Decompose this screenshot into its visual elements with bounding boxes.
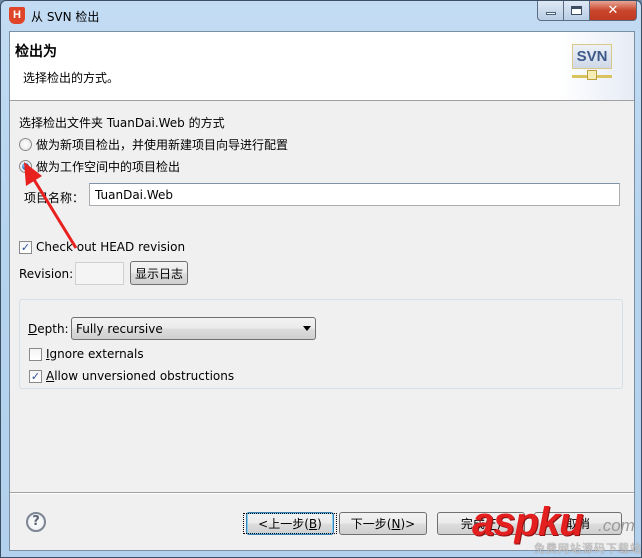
revision-input[interactable] bbox=[75, 262, 124, 285]
app-icon: H bbox=[9, 7, 25, 24]
title-bar[interactable]: H 从 SVN 检出 ✕ bbox=[1, 1, 641, 31]
minimize-button[interactable] bbox=[537, 1, 564, 21]
window-title: 从 SVN 检出 bbox=[31, 10, 100, 24]
option-new-project-label: 做为新项目检出，并使用新建项目向导进行配置 bbox=[36, 138, 289, 152]
maximize-icon bbox=[571, 6, 582, 15]
ignore-externals-label: Ignore externals bbox=[46, 347, 144, 361]
svn-logo-node bbox=[587, 70, 597, 80]
help-icon[interactable]: ? bbox=[26, 512, 46, 532]
minimize-icon bbox=[545, 11, 556, 15]
radio-new-project[interactable] bbox=[19, 138, 32, 151]
project-name-label: 项目名称： bbox=[24, 191, 85, 205]
svn-logo-icon: SVN bbox=[572, 44, 614, 84]
next-button[interactable]: 下一步(N)> bbox=[339, 512, 427, 535]
chevron-down-icon bbox=[303, 326, 311, 331]
window-controls: ✕ bbox=[537, 1, 637, 21]
project-name-input[interactable] bbox=[89, 183, 620, 206]
allow-unversioned-label: Allow unversioned obstructions bbox=[46, 369, 235, 383]
show-log-button[interactable]: 显示日志 bbox=[130, 261, 188, 285]
revision-label: Revision: bbox=[19, 267, 74, 281]
dialog-window: H 从 SVN 检出 ✕ 检出为 选择检出的方式。 SVN 选择检出文件夹 Tu… bbox=[0, 0, 642, 558]
cancel-button[interactable]: 取消 bbox=[534, 512, 622, 535]
close-button[interactable]: ✕ bbox=[590, 1, 637, 21]
close-icon: ✕ bbox=[607, 3, 619, 18]
checkout-head-checkbox[interactable]: ✓ bbox=[19, 240, 32, 254]
options-group: Depth: Fully recursive Ignore externals … bbox=[19, 299, 623, 389]
dialog-client-area: 检出为 选择检出的方式。 SVN 选择检出文件夹 TuanDai.Web 的方式… bbox=[9, 31, 635, 551]
option-workspace-project-label: 做为工作空间中的项目检出 bbox=[36, 160, 181, 174]
ignore-externals-checkbox[interactable] bbox=[29, 347, 42, 361]
depth-selected-value: Fully recursive bbox=[76, 321, 163, 336]
depth-select[interactable]: Fully recursive bbox=[71, 317, 316, 340]
back-button-label: <上一步(B) bbox=[243, 513, 337, 534]
option-new-project[interactable]: 做为新项目检出，并使用新建项目向导进行配置 bbox=[19, 136, 288, 153]
radio-workspace-project[interactable] bbox=[19, 160, 32, 173]
next-button-label: 下一步(N)> bbox=[350, 517, 416, 531]
allow-unversioned-checkbox[interactable]: ✓ bbox=[29, 369, 42, 383]
back-button[interactable]: <上一步(B) bbox=[243, 512, 337, 535]
ignore-externals-option[interactable]: Ignore externals bbox=[29, 347, 144, 361]
finish-button[interactable]: 完成(F) bbox=[437, 512, 525, 535]
wizard-header: 检出为 选择检出的方式。 SVN bbox=[10, 32, 634, 101]
option-workspace-project[interactable]: 做为工作空间中的项目检出 bbox=[19, 158, 180, 175]
page-title: 检出为 bbox=[15, 44, 57, 60]
footer-divider bbox=[10, 492, 634, 494]
maximize-button[interactable] bbox=[564, 1, 590, 21]
finish-button-label: 完成(F) bbox=[460, 517, 502, 531]
page-description: 选择检出的方式。 bbox=[23, 71, 120, 85]
depth-label: Depth: bbox=[28, 322, 69, 336]
checkout-head-option[interactable]: ✓ Check out HEAD revision bbox=[19, 240, 185, 254]
svn-logo-text: SVN bbox=[572, 44, 612, 69]
allow-unversioned-option[interactable]: ✓ Allow unversioned obstructions bbox=[29, 369, 234, 383]
checkout-head-label: Check out HEAD revision bbox=[36, 240, 186, 254]
checkout-prompt: 选择检出文件夹 TuanDai.Web 的方式 bbox=[19, 116, 225, 130]
